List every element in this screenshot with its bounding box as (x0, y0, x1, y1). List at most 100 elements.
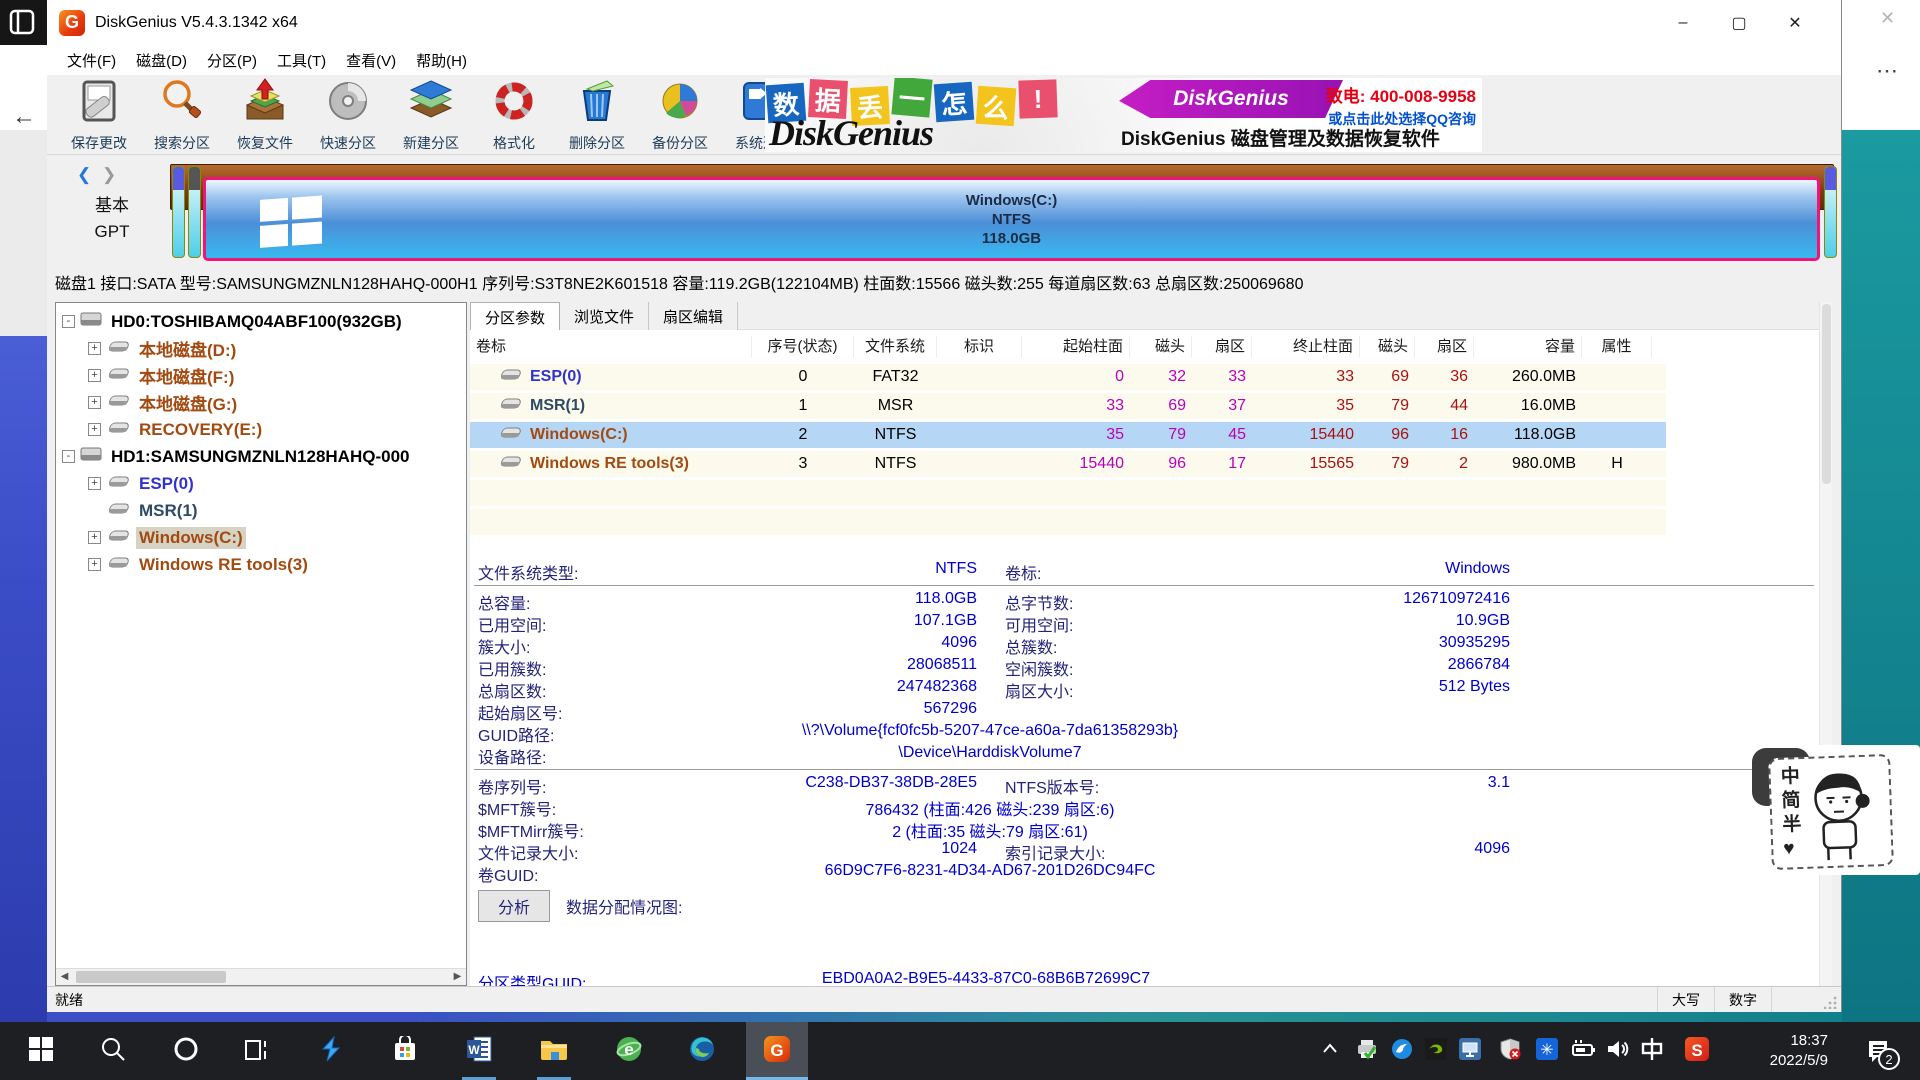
panel-vertical-scrollbar[interactable] (1819, 302, 1832, 986)
expand-icon[interactable]: + (88, 477, 101, 490)
expand-icon[interactable]: + (88, 369, 101, 382)
taskbar-file-explorer[interactable] (523, 1022, 585, 1080)
tree-item--d-[interactable]: +本地磁盘(D:) (56, 335, 466, 362)
tray-ime-mode[interactable] (1636, 1022, 1668, 1080)
menu-item-0[interactable]: 文件(F) (57, 46, 126, 75)
menu-item-4[interactable]: 查看(V) (336, 46, 406, 75)
scroll-right-icon[interactable]: ▶ (449, 969, 466, 985)
background-close-icon[interactable]: ✕ (1880, 8, 1895, 29)
tree-item--f-[interactable]: +本地磁盘(F:) (56, 362, 466, 389)
prev-disk-icon[interactable]: ❮ (77, 165, 91, 184)
toolbar-button-6[interactable]: 删除分区 (557, 77, 637, 153)
column-header-4[interactable]: 起始柱面 (1022, 336, 1130, 358)
tree-horizontal-scrollbar[interactable]: ◀ ▶ (56, 968, 466, 985)
more-options-icon[interactable]: ⋯ (1876, 58, 1899, 84)
scrollbar-thumb[interactable] (76, 971, 226, 983)
column-header-9[interactable]: 扇区 (1415, 336, 1474, 358)
tree-item-msr-1-[interactable]: MSR(1) (56, 497, 466, 524)
scroll-left-icon[interactable]: ◀ (56, 969, 73, 985)
table-row-1[interactable]: MSR(1)1MSR33693735794416.0MB (470, 393, 1666, 419)
close-button[interactable]: ✕ (1767, 0, 1823, 45)
table-row-2[interactable]: Windows(C:)2NTFS357945154409616118.0GB (470, 422, 1666, 448)
resize-grip[interactable] (1771, 987, 1841, 1012)
cell: FAT32 (854, 368, 937, 386)
toolbar-button-5[interactable]: 格式化 (474, 77, 554, 153)
taskbar-edge[interactable] (671, 1022, 733, 1080)
tree-item-hd0-toshibamq04abf100-932gb-[interactable]: -HD0:TOSHIBAMQ04ABF100(932GB) (56, 308, 466, 335)
minimize-button[interactable]: – (1655, 0, 1711, 45)
table-row-3[interactable]: Windows RE tools(3)3NTFS1544096171556579… (470, 451, 1666, 477)
expand-icon[interactable]: + (88, 396, 101, 409)
tree-item-recovery-e-[interactable]: +RECOVERY(E:) (56, 416, 466, 443)
toolbar-button-1[interactable]: 搜索分区 (142, 77, 222, 153)
expand-icon[interactable]: + (88, 531, 101, 544)
tray-volume[interactable] (1602, 1022, 1634, 1080)
table-row-0[interactable]: ESP(0)0FAT3203233336936260.0MB (470, 364, 1666, 390)
column-header-11[interactable]: 属性 (1582, 336, 1652, 358)
taskbar-flash-tool[interactable] (300, 1022, 362, 1080)
partition-bar-win-re[interactable] (1824, 166, 1837, 258)
partition-bar-windows-c[interactable]: Windows(C:) NTFS 118.0GB (203, 177, 1820, 261)
menu-item-5[interactable]: 帮助(H) (406, 46, 477, 75)
expand-icon[interactable]: + (88, 423, 101, 436)
taskbar-diskgenius[interactable]: G (746, 1022, 808, 1080)
column-header-2[interactable]: 文件系统 (854, 336, 937, 358)
toolbar-button-4[interactable]: 新建分区 (391, 77, 471, 153)
tree-item-hd1-samsungmznln128hahq-000[interactable]: -HD1:SAMSUNGMZNLN128HAHQ-000 (56, 443, 466, 470)
toolbar-button-0[interactable]: 保存更改 (59, 77, 139, 153)
tree-item-windows-c-[interactable]: +Windows(C:) (56, 524, 466, 551)
tray-tim[interactable] (1386, 1022, 1418, 1080)
menu-item-1[interactable]: 磁盘(D) (126, 46, 197, 75)
taskbar-cortana[interactable] (155, 1022, 217, 1080)
menu-item-2[interactable]: 分区(P) (197, 46, 267, 75)
menu-item-3[interactable]: 工具(T) (267, 46, 336, 75)
toolbar-button-3[interactable]: 快速分区 (308, 77, 388, 153)
tab-0[interactable]: 分区参数 (470, 302, 560, 330)
tree-item--g-[interactable]: +本地磁盘(G:) (56, 389, 466, 416)
tab-1[interactable]: 浏览文件 (560, 302, 649, 330)
taskbar-start[interactable] (10, 1022, 72, 1080)
taskbar-microsoft-store[interactable] (374, 1022, 436, 1080)
partition-bar-msr[interactable] (188, 166, 201, 258)
tree-item-esp-0-[interactable]: +ESP(0) (56, 470, 466, 497)
tray-printer[interactable] (1351, 1022, 1383, 1080)
column-header-10[interactable]: 容量 (1474, 336, 1582, 358)
column-header-0[interactable]: 卷标 (470, 336, 752, 358)
toolbar-button-2[interactable]: 恢复文件 (225, 77, 305, 153)
banner-qq-link[interactable]: 或点击此处选择QQ咨询 (1326, 109, 1476, 129)
tray-sogou[interactable]: S (1681, 1022, 1713, 1080)
collapse-icon[interactable]: - (62, 315, 75, 328)
maximize-button[interactable]: ▢ (1711, 0, 1767, 45)
collapse-icon[interactable]: - (62, 450, 75, 463)
tree-item-windows-re-tools-3-[interactable]: +Windows RE tools(3) (56, 551, 466, 578)
tab-2[interactable]: 扇区编辑 (649, 302, 738, 330)
column-header-6[interactable]: 扇区 (1192, 336, 1252, 358)
partition-bar-esp[interactable] (172, 166, 185, 258)
toolbar-button-7[interactable]: 备份分区 (640, 77, 720, 153)
back-arrow-icon[interactable]: ← (12, 103, 36, 131)
column-header-7[interactable]: 终止柱面 (1252, 336, 1360, 358)
expand-icon[interactable]: + (88, 558, 101, 571)
notification-center-icon[interactable]: 2 (1850, 1022, 1906, 1080)
analyze-button[interactable]: 分析 (478, 890, 550, 922)
sogou-ime-widget[interactable]: 中简半♥ (1768, 754, 1894, 870)
column-header-1[interactable]: 序号(状态) (752, 336, 854, 358)
detail-value: 107.1GB (620, 612, 977, 630)
tray-freeze[interactable]: ✳ (1531, 1022, 1563, 1080)
taskbar-clock[interactable]: 18:37 2022/5/9 (1738, 1022, 1828, 1080)
tray-security[interactable] (1494, 1022, 1526, 1080)
next-disk-icon[interactable]: ❯ (102, 165, 116, 184)
taskbar-task-view[interactable] (226, 1022, 288, 1080)
promo-banner[interactable]: 数据丢一怎么! DiskGenius DiskGenius DiskGenius… (765, 78, 1482, 152)
column-header-8[interactable]: 磁头 (1360, 336, 1415, 358)
taskbar-word[interactable]: W (448, 1022, 510, 1080)
column-header-3[interactable]: 标识 (937, 336, 1022, 358)
column-header-5[interactable]: 磁头 (1130, 336, 1192, 358)
tray-intel-graphics[interactable] (1454, 1022, 1486, 1080)
taskbar-search[interactable] (82, 1022, 144, 1080)
tray-power[interactable] (1567, 1022, 1599, 1080)
tray-chevron-up[interactable] (1314, 1022, 1346, 1080)
tray-nvidia[interactable] (1420, 1022, 1452, 1080)
taskbar-ie-browser[interactable]: e (598, 1022, 660, 1080)
expand-icon[interactable]: + (88, 342, 101, 355)
